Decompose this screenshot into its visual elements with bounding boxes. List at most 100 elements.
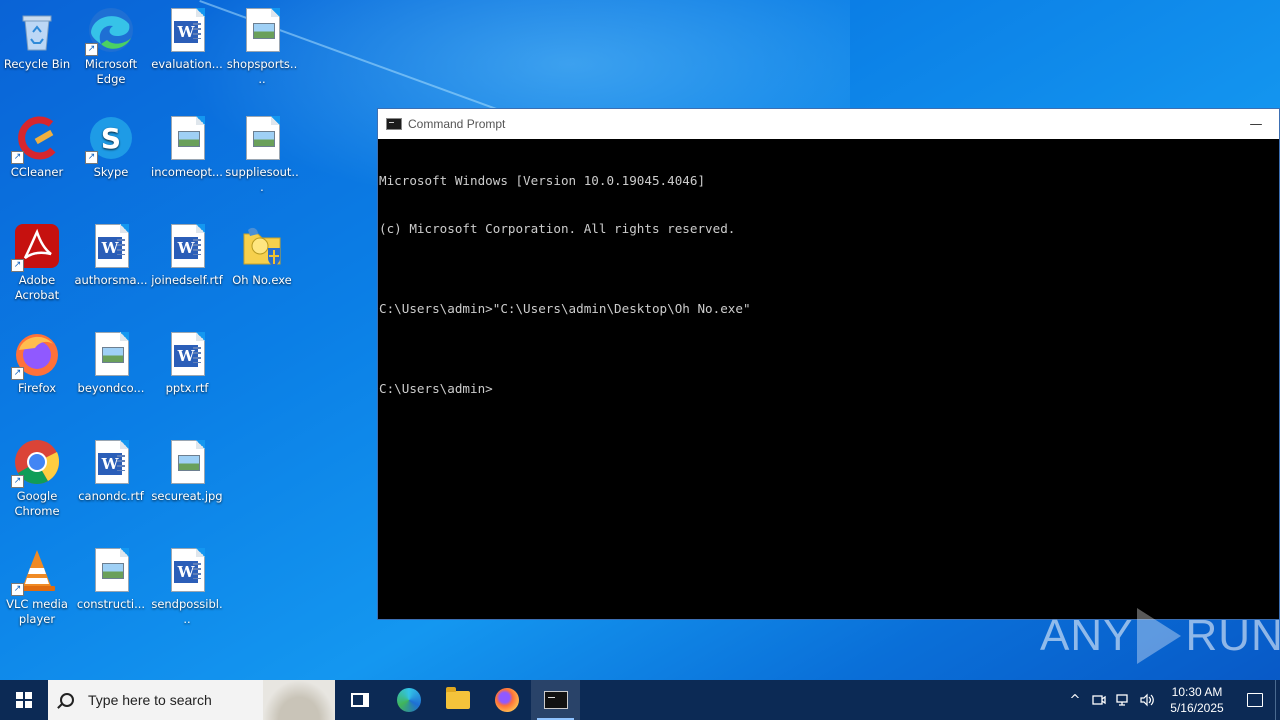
action-center-button[interactable] (1235, 680, 1275, 720)
desktop-icon-ccleaner[interactable]: ↗ CCleaner (0, 108, 74, 208)
command-prompt-window[interactable]: Command Prompt — Microsoft Windows [Vers… (377, 108, 1280, 620)
desktop-icon-label: authorsma... (74, 273, 148, 287)
search-placeholder: Type here to search (88, 692, 212, 708)
desktop-icon-oh-no-exe[interactable]: Oh No.exe (225, 216, 299, 316)
word-doc-icon: W (163, 6, 211, 54)
anyrun-watermark: ANY RUN (1040, 608, 1280, 664)
console-line: C:\Users\admin>"C:\Users\admin\Desktop\O… (379, 301, 751, 316)
desktop-icon-label: constructi... (76, 597, 146, 611)
folder-icon (445, 687, 470, 709)
desktop-icon-suppliesout[interactable]: suppliesout... (225, 108, 299, 208)
console-output[interactable]: Microsoft Windows [Version 10.0.19045.40… (378, 139, 1279, 429)
desktop-icon-label: CCleaner (10, 165, 64, 179)
desktop-icon-label: Skype (93, 165, 129, 179)
desktop-icon-sendpossibl[interactable]: W sendpossibl... (150, 540, 224, 640)
taskbar-clock[interactable]: 10:30 AM 5/16/2025 (1159, 684, 1235, 716)
taskbar: Type here to search ^ 10:30 AM 5/16/2025 (0, 680, 1280, 720)
desktop-icon-constructi[interactable]: constructi... (74, 540, 148, 640)
shortcut-arrow-icon: ↗ (85, 43, 98, 56)
shortcut-arrow-icon: ↗ (11, 151, 24, 164)
meet-now-icon[interactable] (1087, 680, 1111, 720)
image-file-icon (163, 438, 211, 486)
network-icon[interactable] (1111, 680, 1135, 720)
desktop-icon-label: pptx.rtf (165, 381, 209, 395)
search-highlight-image (263, 680, 335, 720)
desktop-icon-label: canondc.rtf (78, 489, 144, 503)
taskbar-firefox-button[interactable] (482, 680, 531, 720)
acrobat-icon: ↗ (11, 222, 61, 272)
desktop-icon-shopsports[interactable]: shopsports.... (225, 0, 299, 100)
search-icon (60, 693, 74, 707)
desktop-icon-label: evaluation... (151, 57, 223, 71)
desktop-icon-vlc-media-player[interactable]: ↗ VLC media player (0, 540, 74, 640)
clock-date: 5/16/2025 (1170, 701, 1224, 715)
recycle-bin-icon (13, 6, 61, 54)
desktop-icon-incomeopt[interactable]: incomeopt... (150, 108, 224, 208)
desktop-icon-label: suppliesout... (225, 165, 299, 194)
desktop-icon-label: Adobe Acrobat (14, 273, 60, 302)
chrome-icon: ↗ (11, 438, 61, 488)
desktop-icon-label: beyondco... (77, 381, 145, 395)
desktop-icon-label: Recycle Bin (3, 57, 71, 71)
show-desktop-button[interactable] (1275, 680, 1280, 720)
desktop-icon-canondc[interactable]: W canondc.rtf (74, 432, 148, 532)
desktop-icon-firefox[interactable]: ↗ Firefox (0, 324, 74, 424)
desktop-icon-adobe-acrobat[interactable]: ↗ Adobe Acrobat (0, 216, 74, 316)
ccleaner-icon: ↗ (11, 114, 61, 164)
minimize-button[interactable]: — (1233, 109, 1279, 139)
exe-file-icon (238, 222, 286, 270)
volume-icon[interactable] (1135, 680, 1159, 720)
edge-icon (396, 688, 421, 712)
start-button[interactable] (0, 680, 48, 720)
watermark-right: RUN (1185, 611, 1280, 660)
windows-logo-icon (16, 692, 32, 708)
image-file-icon (238, 114, 286, 162)
desktop-icon-label: Firefox (17, 381, 57, 395)
cmd-icon (543, 691, 568, 709)
desktop-icon-label: Google Chrome (14, 489, 60, 518)
desktop-icon-authorsma[interactable]: W authorsma... (74, 216, 148, 316)
desktop-icon-google-chrome[interactable]: ↗ Google Chrome (0, 432, 74, 532)
taskbar-edge-button[interactable] (384, 680, 433, 720)
desktop-icon-pptx[interactable]: W pptx.rtf (150, 324, 224, 424)
skype-icon: S ↗ (85, 114, 135, 164)
desktop-icon-label: Microsoft Edge (84, 57, 138, 86)
console-line: (c) Microsoft Corporation. All rights re… (379, 221, 736, 236)
desktop-icon-label: sendpossibl... (151, 597, 223, 626)
desktop-icon-skype[interactable]: S ↗ Skype (74, 108, 148, 208)
taskbar-file-explorer-button[interactable] (433, 680, 482, 720)
desktop-icon-label: Oh No.exe (232, 273, 292, 287)
desktop-icon-microsoft-edge[interactable]: ↗ Microsoft Edge (74, 0, 148, 100)
shortcut-arrow-icon: ↗ (85, 151, 98, 164)
watermark-left: ANY (1040, 611, 1134, 660)
shortcut-arrow-icon: ↗ (11, 583, 24, 596)
svg-text:S: S (101, 122, 121, 155)
firefox-icon: ↗ (11, 330, 61, 380)
shortcut-arrow-icon: ↗ (11, 259, 24, 272)
desktop-icon-joinedself[interactable]: W joinedself.rtf (150, 216, 224, 316)
image-file-icon (87, 546, 135, 594)
word-doc-icon: W (163, 222, 211, 270)
console-prompt: C:\Users\admin> (379, 381, 493, 396)
system-tray: ^ 10:30 AM 5/16/2025 (1063, 680, 1280, 720)
desktop-icon-secureat[interactable]: secureat.jpg (150, 432, 224, 532)
desktop-icon-recycle-bin[interactable]: Recycle Bin (0, 0, 74, 100)
desktop-icon-label: shopsports.... (226, 57, 298, 86)
chevron-up-icon[interactable]: ^ (1063, 680, 1087, 720)
desktop-icon-evaluation[interactable]: W evaluation... (150, 0, 224, 100)
image-file-icon (87, 330, 135, 378)
window-titlebar[interactable]: Command Prompt — (378, 109, 1279, 139)
desktop-icon-label: joinedself.rtf (151, 273, 223, 287)
taskbar-search-box[interactable]: Type here to search (48, 680, 335, 720)
task-view-icon (350, 693, 369, 707)
vlc-icon: ↗ (11, 546, 61, 596)
clock-time: 10:30 AM (1171, 685, 1223, 699)
image-file-icon (238, 6, 286, 54)
task-view-button[interactable] (335, 680, 384, 720)
console-line: Microsoft Windows [Version 10.0.19045.40… (379, 173, 706, 188)
word-doc-icon: W (163, 546, 211, 594)
taskbar-command-prompt-button[interactable] (531, 680, 580, 720)
desktop-icon-beyondco[interactable]: beyondco... (74, 324, 148, 424)
window-title: Command Prompt (408, 117, 506, 131)
shortcut-arrow-icon: ↗ (11, 475, 24, 488)
